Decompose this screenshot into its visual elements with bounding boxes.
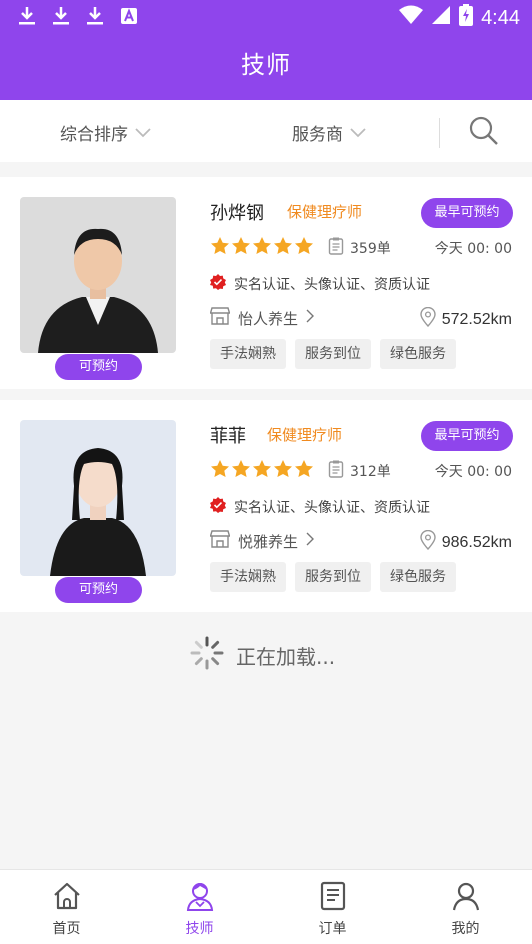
chevron-down-icon [349, 123, 367, 143]
download-icon [18, 6, 36, 30]
app-root: 4:44 技师 综合排序 服务商 可预约 孙烨钢 保健理疗师 最早可预约 359… [0, 0, 532, 944]
tab-home[interactable]: 首页 [0, 870, 133, 944]
provider-dropdown[interactable]: 服务商 [292, 120, 367, 145]
loading-indicator: 正在加载... [190, 636, 335, 675]
distance: 572.52km [420, 306, 512, 332]
star-icon [231, 459, 251, 483]
order-count-text: 312单 [350, 464, 391, 480]
store-icon [209, 530, 231, 552]
shop-name: 悦雅养生 [238, 532, 299, 551]
chevron-right-icon [306, 532, 315, 550]
chevron-down-icon [134, 123, 152, 143]
rating-stars [210, 459, 314, 483]
font-a-icon [120, 7, 138, 29]
filter-bar: 综合排序 服务商 [0, 100, 532, 162]
star-icon [210, 459, 230, 483]
technician-photo [20, 420, 176, 576]
certified-badge-icon [210, 497, 226, 517]
certifications: 实名认证、头像认证、资质认证 [210, 497, 430, 517]
tag: 服务到位 [295, 562, 371, 592]
store-icon [209, 307, 231, 329]
tag: 手法娴熟 [210, 562, 286, 592]
download-icon [52, 6, 70, 30]
certifications-text: 实名认证、头像认证、资质认证 [234, 277, 430, 293]
status-bar: 4:44 [0, 0, 532, 36]
star-icon [273, 236, 293, 260]
distance-text: 986.52km [441, 533, 512, 551]
rating-stars [210, 236, 314, 260]
star-icon [294, 236, 314, 260]
order-count: 312单 [328, 460, 391, 482]
technician-card[interactable]: 可预约 菲菲 保健理疗师 最早可预约 312单 今天 00: 00 实名认证、头… [0, 400, 532, 612]
technician-role: 保健理疗师 [287, 203, 363, 221]
order-count: 359单 [328, 237, 391, 259]
tag: 服务到位 [295, 339, 371, 369]
bottom-tab-bar: 首页 技师 订单 我的 [0, 869, 532, 944]
order-count-text: 359单 [350, 241, 391, 257]
loading-text: 正在加载... [236, 645, 336, 669]
tab-technician[interactable]: 技师 [133, 870, 266, 944]
tab-label: 首页 [52, 921, 81, 937]
clipboard-icon [328, 460, 344, 482]
search-button[interactable] [468, 115, 500, 151]
distance-text: 572.52km [441, 310, 512, 328]
order-list-icon [317, 880, 349, 916]
star-icon [231, 236, 251, 260]
status-time: 4:44 [481, 6, 520, 29]
shop-name: 怡人养生 [238, 309, 299, 328]
spinner-icon [190, 636, 224, 675]
shop-link[interactable]: 怡人养生 [209, 307, 315, 329]
technician-name: 孙烨钢 [210, 203, 264, 224]
distance: 986.52km [420, 529, 512, 555]
wifi-icon [399, 5, 424, 31]
certified-badge-icon [210, 274, 226, 294]
search-icon [468, 116, 500, 151]
star-icon [252, 236, 272, 260]
tag: 绿色服务 [380, 339, 456, 369]
tab-profile[interactable]: 我的 [399, 870, 532, 944]
available-time: 今天 00: 00 [434, 241, 512, 257]
signal-icon [431, 5, 451, 31]
available-time: 今天 00: 00 [434, 464, 512, 480]
star-icon [210, 236, 230, 260]
sort-label: 综合排序 [60, 125, 128, 145]
technician-role: 保健理疗师 [267, 426, 343, 444]
available-badge[interactable]: 可预约 [55, 354, 142, 380]
sort-dropdown[interactable]: 综合排序 [60, 120, 152, 145]
available-badge[interactable]: 可预约 [55, 577, 142, 603]
certifications-text: 实名认证、头像认证、资质认证 [234, 500, 430, 516]
filter-divider [439, 118, 440, 148]
certifications: 实名认证、头像认证、资质认证 [210, 274, 430, 294]
tab-orders[interactable]: 订单 [266, 870, 399, 944]
location-pin-icon [420, 529, 436, 555]
user-icon [450, 880, 482, 916]
star-icon [252, 459, 272, 483]
battery-icon [459, 4, 474, 32]
technician-photo [20, 197, 176, 353]
location-pin-icon [420, 306, 436, 332]
tab-label: 我的 [451, 921, 480, 937]
tag: 手法娴熟 [210, 339, 286, 369]
star-icon [273, 459, 293, 483]
download-icon [86, 6, 104, 30]
tag: 绿色服务 [380, 562, 456, 592]
tab-label: 技师 [185, 921, 214, 937]
tab-label: 订单 [318, 921, 347, 937]
tag-list: 手法娴熟 服务到位 绿色服务 [210, 562, 456, 592]
earliest-booking-button[interactable]: 最早可预约 [421, 198, 513, 228]
technician-card[interactable]: 可预约 孙烨钢 保健理疗师 最早可预约 359单 今天 00: 00 实名认证、… [0, 177, 532, 389]
page-title: 技师 [241, 51, 291, 79]
chevron-right-icon [306, 309, 315, 327]
star-icon [294, 459, 314, 483]
home-icon [51, 880, 83, 916]
clipboard-icon [328, 237, 344, 259]
technician-name: 菲菲 [210, 426, 246, 447]
shop-link[interactable]: 悦雅养生 [209, 530, 315, 552]
top-header: 4:44 技师 [0, 0, 532, 100]
earliest-booking-button[interactable]: 最早可预约 [421, 421, 513, 451]
tag-list: 手法娴熟 服务到位 绿色服务 [210, 339, 456, 369]
provider-label: 服务商 [292, 125, 343, 145]
technician-icon [184, 880, 216, 916]
